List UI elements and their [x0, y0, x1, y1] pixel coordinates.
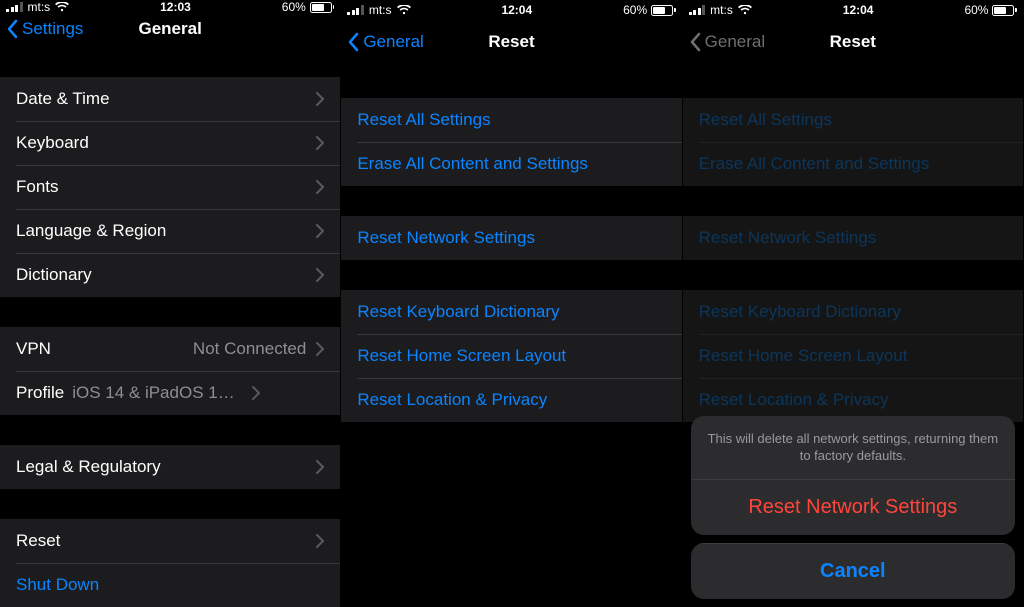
wifi-icon — [397, 5, 411, 15]
chevron-right-icon — [316, 92, 324, 106]
chevron-left-icon — [6, 19, 18, 39]
nav-bar: General Reset — [683, 20, 1023, 64]
action-sheet-reset-network-button[interactable]: Reset Network Settings — [691, 479, 1015, 535]
status-bar: mt:s 12:04 60% — [683, 0, 1023, 20]
cellular-signal-icon — [6, 2, 23, 12]
action-sheet-cancel-group: Cancel — [691, 543, 1015, 599]
group-reset-misc: Reset Keyboard Dictionary Reset Home Scr… — [683, 290, 1023, 422]
row-keyboard[interactable]: Keyboard — [0, 121, 340, 165]
group-datetime: Date & Time Keyboard Fonts Language & Re… — [0, 77, 340, 297]
row-reset-keyboard-dictionary: Reset Keyboard Dictionary — [683, 290, 1023, 334]
back-button[interactable]: General — [347, 32, 423, 52]
row-erase-all-content: Erase All Content and Settings — [683, 142, 1023, 186]
status-bar: mt:s 12:03 60% — [0, 0, 340, 14]
row-reset-all-settings[interactable]: Reset All Settings — [341, 98, 681, 142]
group-reset-erase: Reset All Settings Erase All Content and… — [683, 98, 1023, 186]
chevron-left-icon — [689, 32, 701, 52]
clock: 12:04 — [843, 3, 874, 17]
back-button: General — [689, 32, 765, 52]
group-reset-network: Reset Network Settings — [683, 216, 1023, 260]
action-sheet: This will delete all network settings, r… — [691, 416, 1015, 599]
chevron-right-icon — [252, 386, 260, 400]
screen-reset: mt:s 12:04 60% General Reset Reset All S… — [341, 0, 682, 607]
screen-reset-confirm: mt:s 12:04 60% General Reset Reset All S… — [683, 0, 1024, 607]
row-reset-keyboard-dictionary[interactable]: Reset Keyboard Dictionary — [341, 290, 681, 334]
row-legal-regulatory[interactable]: Legal & Regulatory — [0, 445, 340, 489]
nav-title: Reset — [830, 32, 876, 52]
row-reset-home-screen-layout[interactable]: Reset Home Screen Layout — [341, 334, 681, 378]
carrier-label: mt:s — [710, 3, 733, 17]
wifi-icon — [738, 5, 752, 15]
row-date-time[interactable]: Date & Time — [0, 77, 340, 121]
chevron-right-icon — [316, 180, 324, 194]
action-sheet-message: This will delete all network settings, r… — [691, 416, 1015, 479]
carrier-label: mt:s — [28, 0, 51, 14]
profile-detail: iOS 14 & iPadOS 14 Beta Softwar... — [72, 383, 242, 403]
carrier-label: mt:s — [369, 3, 392, 17]
nav-bar: Settings General — [0, 14, 340, 43]
vpn-status: Not Connected — [193, 339, 306, 359]
group-vpn-profile: VPNNot Connected ProfileiOS 14 & iPadOS … — [0, 327, 340, 415]
battery-percent: 60% — [623, 3, 647, 17]
chevron-right-icon — [316, 342, 324, 356]
group-reset-misc: Reset Keyboard Dictionary Reset Home Scr… — [341, 290, 681, 422]
row-reset-network-settings: Reset Network Settings — [683, 216, 1023, 260]
chevron-left-icon — [347, 32, 359, 52]
chevron-right-icon — [316, 534, 324, 548]
row-reset-location-privacy[interactable]: Reset Location & Privacy — [341, 378, 681, 422]
row-reset-home-screen-layout: Reset Home Screen Layout — [683, 334, 1023, 378]
row-dictionary[interactable]: Dictionary — [0, 253, 340, 297]
status-bar: mt:s 12:04 60% — [341, 0, 681, 20]
row-reset-all-settings: Reset All Settings — [683, 98, 1023, 142]
action-sheet-cancel-button[interactable]: Cancel — [691, 543, 1015, 599]
back-button[interactable]: Settings — [6, 19, 83, 39]
back-label: General — [705, 32, 765, 52]
general-list: Date & Time Keyboard Fonts Language & Re… — [0, 43, 340, 607]
battery-icon — [992, 5, 1017, 16]
reset-list: Reset All Settings Erase All Content and… — [341, 64, 681, 607]
back-label: General — [363, 32, 423, 52]
battery-icon — [651, 5, 676, 16]
screen-general: mt:s 12:03 60% Settings General Date & T… — [0, 0, 341, 607]
row-shut-down[interactable]: Shut Down — [0, 563, 340, 607]
nav-title: Reset — [488, 32, 534, 52]
clock: 12:04 — [501, 3, 532, 17]
chevron-right-icon — [316, 460, 324, 474]
battery-percent: 60% — [964, 3, 988, 17]
row-language-region[interactable]: Language & Region — [0, 209, 340, 253]
back-label: Settings — [22, 19, 83, 39]
nav-title: General — [139, 19, 202, 39]
row-reset-network-settings[interactable]: Reset Network Settings — [341, 216, 681, 260]
group-reset-shutdown: Reset Shut Down — [0, 519, 340, 607]
group-reset-network: Reset Network Settings — [341, 216, 681, 260]
row-profile[interactable]: ProfileiOS 14 & iPadOS 14 Beta Softwar..… — [0, 371, 340, 415]
row-fonts[interactable]: Fonts — [0, 165, 340, 209]
cellular-signal-icon — [689, 5, 706, 15]
group-legal: Legal & Regulatory — [0, 445, 340, 489]
action-sheet-actions: This will delete all network settings, r… — [691, 416, 1015, 535]
group-reset-erase: Reset All Settings Erase All Content and… — [341, 98, 681, 186]
chevron-right-icon — [316, 224, 324, 238]
row-erase-all-content[interactable]: Erase All Content and Settings — [341, 142, 681, 186]
wifi-icon — [55, 2, 69, 12]
row-vpn[interactable]: VPNNot Connected — [0, 327, 340, 371]
battery-icon — [310, 2, 335, 13]
nav-bar: General Reset — [341, 20, 681, 64]
battery-percent: 60% — [282, 0, 306, 14]
chevron-right-icon — [316, 268, 324, 282]
row-reset[interactable]: Reset — [0, 519, 340, 563]
clock: 12:03 — [160, 0, 191, 14]
chevron-right-icon — [316, 136, 324, 150]
cellular-signal-icon — [347, 5, 364, 15]
